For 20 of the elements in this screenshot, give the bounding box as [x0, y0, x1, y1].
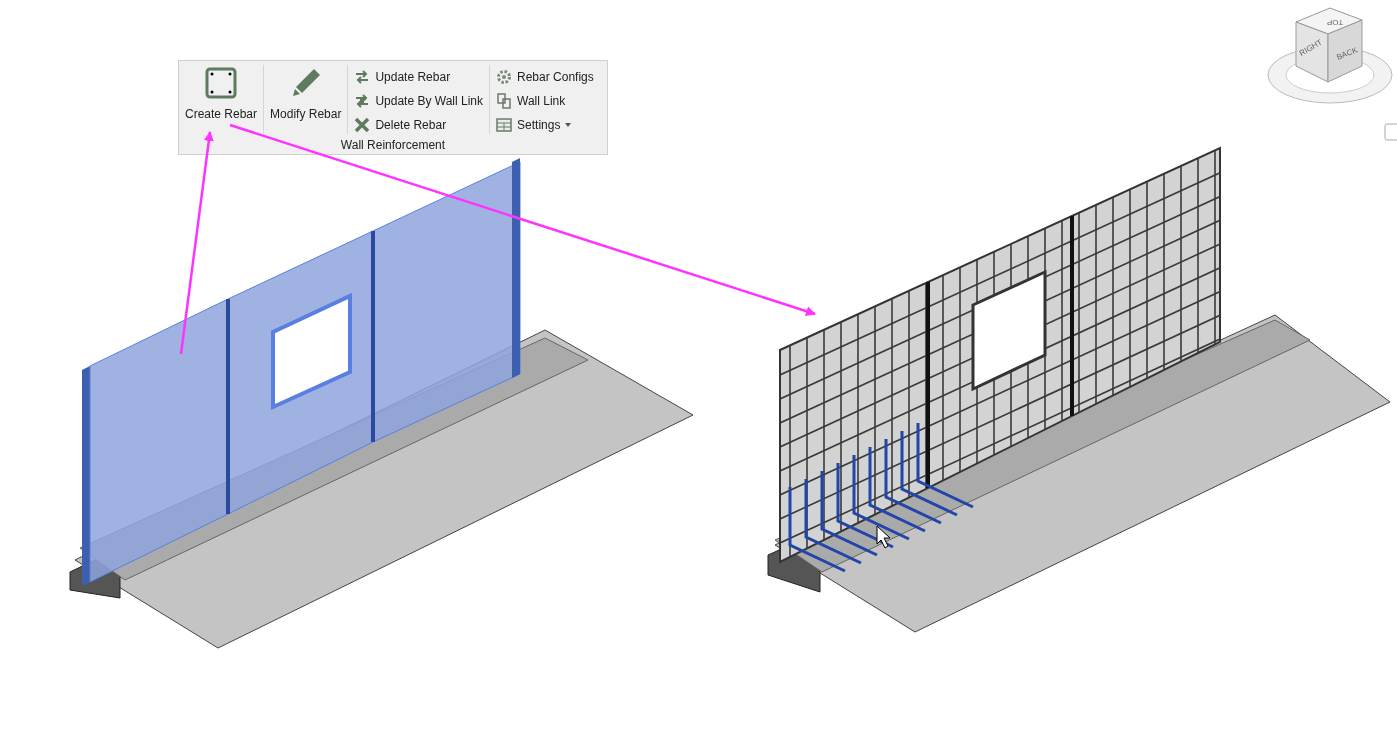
swap-arrows-icon	[354, 69, 371, 85]
ribbon-large-button[interactable]: Modify Rebar	[268, 63, 344, 138]
cursor-icon	[876, 525, 891, 549]
ribbon-button[interactable]: Delete Rebar	[352, 114, 486, 136]
rebar-frame-icon	[205, 67, 237, 99]
delete-icon	[354, 117, 371, 133]
panel-edge-icon[interactable]	[1384, 123, 1397, 141]
ribbon-button[interactable]: Update By Wall Link	[352, 90, 486, 112]
ribbon-button[interactable]: Update Rebar	[352, 66, 486, 88]
view-cube-face-label[interactable]: BACK	[1335, 45, 1359, 62]
settings-icon	[496, 69, 513, 85]
ribbon-large-button[interactable]: Create Rebar	[183, 63, 260, 138]
swap-arrows-icon	[354, 93, 371, 109]
ribbon-button[interactable]: Settings	[494, 114, 596, 136]
view-cube-face-label[interactable]: TOP	[1326, 18, 1344, 27]
table-icon	[496, 117, 513, 133]
linked-squares-icon	[496, 93, 513, 109]
panel-title: Wall Reinforcement	[339, 138, 447, 154]
ribbon-button[interactable]: Rebar Configs	[494, 66, 596, 88]
ribbon-button[interactable]: Wall Link	[494, 90, 596, 112]
